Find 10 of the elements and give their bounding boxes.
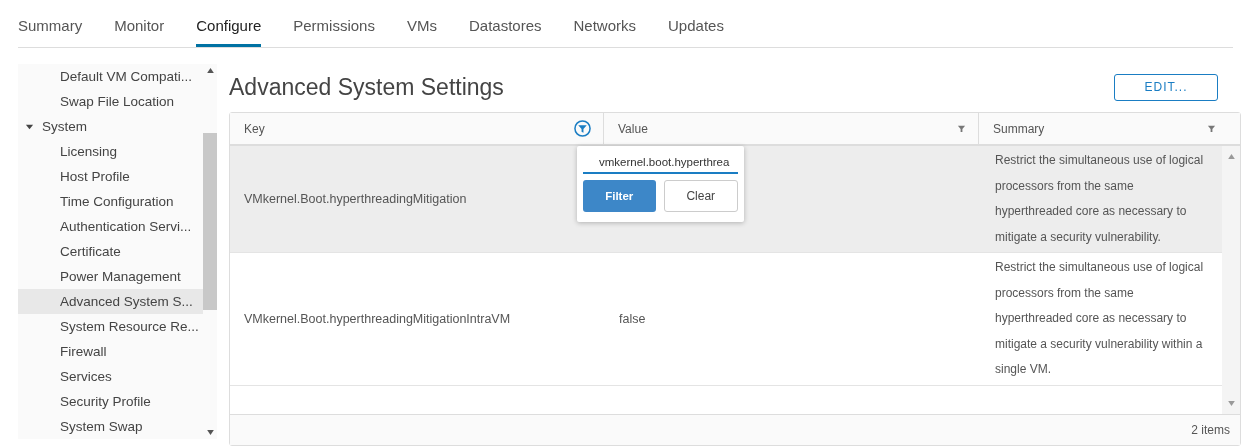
column-label: Value [618,121,648,136]
column-label: Summary [993,121,1045,136]
table-cell-text: Restrict the simultaneous use of logical processors from the same hyperthreaded core as necessary to mitigate a security vulnerability within a single VM. [995,259,1205,378]
table-cell: VMkernel.Boot.hyperthreadingMitigation [244,192,467,206]
table-cell: false [619,311,646,326]
table-cell: VMkernel.Boot.hyperthreadingMitigationIntraVM [244,311,511,326]
page-title: Advanced System Settings [229,73,504,101]
column-label: Key [244,121,265,136]
table-cell-text: Restrict the simultaneous use of logical processors from the same hyperthreaded core as necessary to mitigate a security vulnerability. [995,152,1205,246]
item-count: 2 items [1191,423,1230,437]
